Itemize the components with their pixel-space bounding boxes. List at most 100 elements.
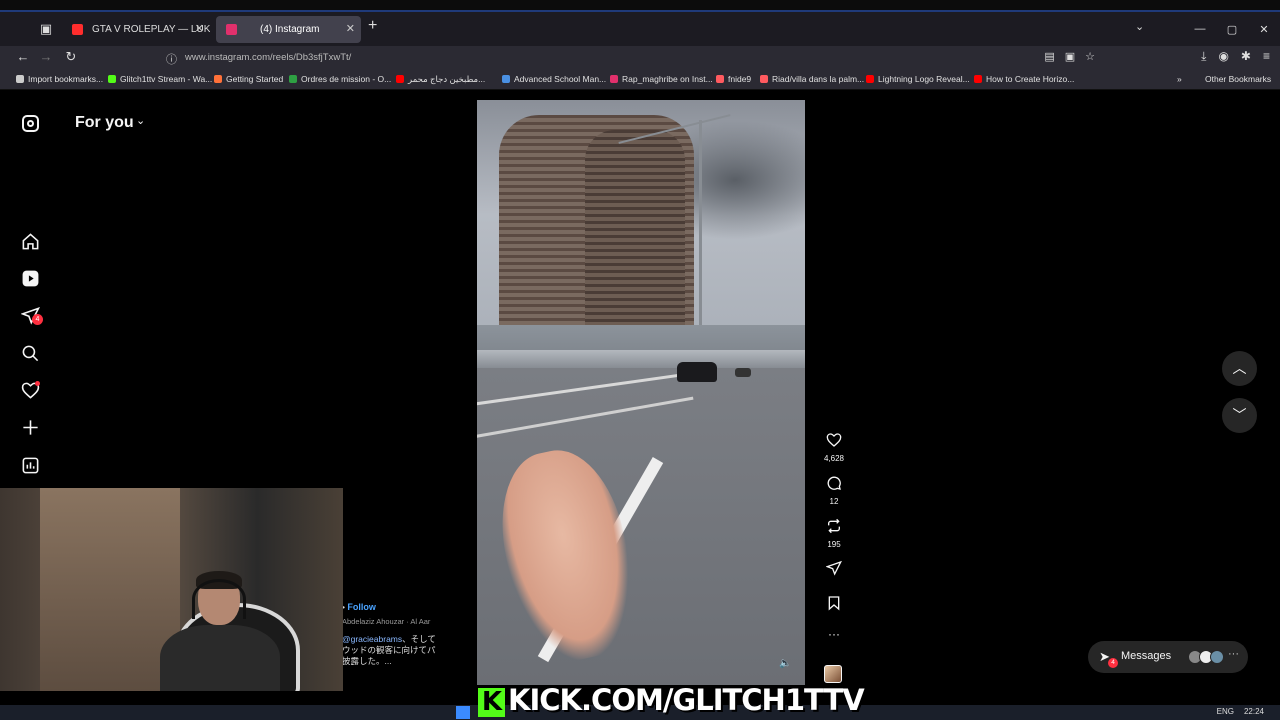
like-button[interactable]: 4,628 (822, 432, 846, 463)
comment-icon (827, 476, 841, 490)
bookmark-label: Riad/villa dans la palm... (772, 74, 865, 84)
bookmark-label: fnide9 (728, 74, 752, 84)
caption-line: ウッドの観客に向けてパ (342, 645, 436, 655)
bookmark-item[interactable]: Lightning Logo Reveal... (866, 74, 970, 84)
download-icon[interactable]: ⤓ (1201, 49, 1206, 64)
bookmark-item[interactable]: fnide9 (716, 74, 751, 84)
bookmark-star-icon[interactable]: ☆ (1085, 50, 1095, 63)
chevron-down-icon[interactable]: ⌄ (136, 114, 145, 127)
bookmark-item[interactable]: Import bookmarks... (16, 74, 103, 84)
more-icon[interactable]: ··· (1228, 648, 1239, 660)
language-indicator[interactable]: ENG (1217, 707, 1234, 716)
url-text: www.instagram.com/reels/Db3sfjTxwTt/ (185, 52, 352, 63)
avatar (1210, 650, 1224, 664)
bookmark-favicon-icon (866, 75, 874, 83)
reload-icon[interactable]: ↻ (62, 49, 80, 65)
maximize-icon[interactable]: ▢ (1216, 23, 1248, 36)
address-bar-actions: ▤ ▣ ☆ (1044, 50, 1095, 63)
forward-icon[interactable]: → (37, 49, 55, 64)
like-count: 4,628 (823, 454, 845, 463)
chevron-up-icon: ︿ (1232, 360, 1247, 376)
notification-badge: 4 (32, 314, 43, 325)
share-button[interactable] (822, 560, 846, 581)
feed-title[interactable]: For you (75, 114, 134, 132)
unread-dot (35, 381, 40, 386)
pip-icon[interactable]: ▣ (1065, 50, 1075, 63)
bookmark-item[interactable]: Riad/villa dans la palm... (760, 74, 864, 84)
video-car (677, 362, 717, 382)
mention-link[interactable]: @gracieabrams (342, 634, 402, 644)
bookmark-label: Ordres de mission - O... (301, 74, 392, 84)
previous-reel-button[interactable]: ︿ (1222, 351, 1257, 386)
address-bar[interactable]: ⓘ www.instagram.com/reels/Db3sfjTxwTt/ (160, 47, 1100, 69)
repost-count: 195 (827, 540, 841, 549)
kick-banner: K KICK.COM/GLITCH1TTV (478, 683, 865, 718)
system-tray: ENG 22:24 (1217, 707, 1264, 716)
bookmark-item[interactable]: How to Create Horizo... (974, 74, 1074, 84)
new-tab-icon[interactable]: + (368, 17, 377, 35)
instagram-favicon-icon (226, 24, 237, 35)
reels-icon[interactable] (21, 269, 40, 288)
back-icon[interactable]: ← (14, 49, 32, 64)
reel-video[interactable]: 🔈 (477, 100, 805, 685)
bookmark-favicon-icon (760, 75, 768, 83)
bookmark-item[interactable]: Getting Started (214, 74, 283, 84)
tab-list-icon[interactable]: ▣ (36, 19, 56, 39)
instagram-logo-icon[interactable] (22, 115, 39, 132)
bookmark-item[interactable]: Ordres de mission - O... (289, 74, 391, 84)
bookmark-favicon-icon (716, 75, 724, 83)
bookmark-item[interactable]: مطبخين دجاج محمر... (396, 74, 485, 85)
tab-title: GTA V ROLEPLAY — LUKE BAR (92, 24, 210, 35)
search-icon[interactable] (21, 344, 40, 363)
top-strip (0, 0, 1280, 12)
messages-button[interactable]: ➤ 4 Messages ··· (1088, 641, 1248, 673)
bookmark-label: Rap_maghribe on Inst... (622, 74, 713, 84)
reel-caption: • Follow Abdelaziz Ahouzar · Al Aar @gra… (342, 602, 467, 667)
menu-icon[interactable]: ≡ (1263, 49, 1270, 64)
repost-button[interactable]: 195 (822, 518, 846, 549)
heart-notifications-icon[interactable] (21, 381, 40, 400)
create-plus-icon[interactable] (21, 418, 40, 437)
bookmark-favicon-icon (16, 75, 24, 83)
video-barrier (477, 350, 805, 368)
reader-view-icon[interactable]: ▤ (1044, 50, 1054, 63)
dashboard-icon[interactable] (21, 456, 40, 475)
bookmark-item[interactable]: Advanced School Man... (502, 74, 606, 84)
bookmark-favicon-icon (396, 75, 404, 83)
comment-button[interactable]: 12 (822, 475, 846, 506)
direct-messages-icon[interactable]: 4 (20, 306, 43, 325)
save-button[interactable] (822, 595, 846, 616)
more-options-icon[interactable]: ··· (822, 627, 846, 641)
follow-button[interactable]: Follow (347, 602, 376, 612)
bookmark-favicon-icon (610, 75, 618, 83)
chevron-down-icon: ﹀ (1232, 407, 1247, 423)
audio-thumbnail[interactable] (824, 665, 842, 683)
account-icon[interactable]: ◉ (1218, 49, 1228, 64)
music-label[interactable]: Abdelaziz Ahouzar · Al Aar (342, 617, 467, 626)
windows-start-icon[interactable] (456, 706, 470, 719)
bookmark-label: Lightning Logo Reveal... (878, 74, 970, 84)
audio-icon[interactable]: 🔈 (779, 658, 791, 669)
youtube-favicon-icon (72, 24, 83, 35)
site-info-icon[interactable]: ⓘ (166, 51, 177, 67)
home-icon[interactable] (21, 232, 40, 251)
bookmark-icon (828, 596, 840, 611)
bookmarks-overflow-icon[interactable]: » (1165, 74, 1182, 84)
chevron-down-icon[interactable]: ⌄ (1135, 20, 1144, 33)
bookmark-item[interactable]: Rap_maghribe on Inst... (610, 74, 713, 84)
tab-bar: ▣ GTA V ROLEPLAY — LUKE BAR ✕ (4) Instag… (0, 12, 1280, 46)
close-icon[interactable]: ✕ (346, 16, 355, 43)
close-window-icon[interactable]: ✕ (1248, 23, 1280, 36)
bookmark-item[interactable]: Glitch1ttv Stream - Wa... (108, 74, 212, 84)
tab-instagram[interactable]: (4) Instagram ✕ (216, 16, 361, 43)
messages-badge: 4 (1108, 658, 1118, 668)
close-icon[interactable]: ✕ (195, 16, 204, 43)
next-reel-button[interactable]: ﹀ (1222, 398, 1257, 433)
other-bookmarks[interactable]: Other Bookmarks (1193, 74, 1271, 84)
repost-icon (828, 518, 840, 534)
minimize-icon[interactable]: — (1184, 23, 1216, 35)
extensions-icon[interactable]: ✱ (1241, 49, 1251, 64)
tab-gta-roleplay[interactable]: GTA V ROLEPLAY — LUKE BAR ✕ (62, 16, 210, 43)
clock[interactable]: 22:24 (1244, 707, 1264, 716)
bookmark-label: Glitch1ttv Stream - Wa... (120, 74, 213, 84)
